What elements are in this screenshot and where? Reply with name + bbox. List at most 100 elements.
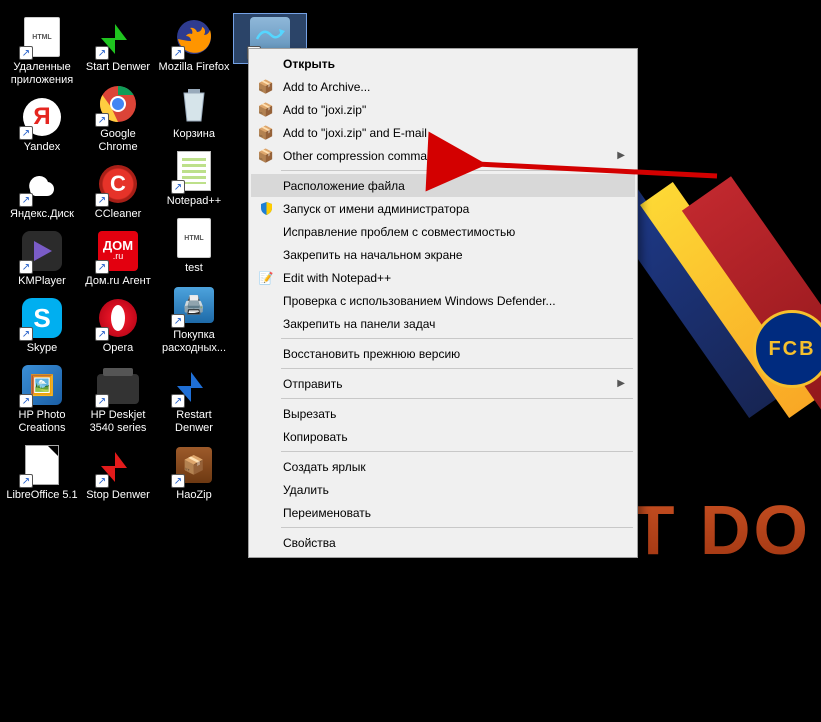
- desktop-icon-test[interactable]: HTML test: [158, 215, 230, 277]
- desktop-icon-label: Google Chrome: [82, 128, 154, 154]
- shortcut-overlay-icon: ↗: [171, 314, 185, 328]
- menu-item-cut[interactable]: Вырезать: [251, 402, 635, 425]
- desktop-icon-label: Restart Denwer: [158, 409, 230, 435]
- shortcut-overlay-icon: ↗: [19, 46, 33, 60]
- yandex-icon: Я↗: [21, 96, 63, 138]
- desktop-icon-label: Mozilla Firefox: [159, 61, 230, 74]
- desktop-icon-yandexdisk[interactable]: ↗Яндекс.Диск: [6, 161, 78, 223]
- menu-item-copy[interactable]: Копировать: [251, 425, 635, 448]
- menu-item-label: Переименовать: [283, 506, 371, 520]
- desktop-icon-skype[interactable]: S↗Skype: [6, 295, 78, 357]
- desktop-icon-label: HP Deskjet 3540 series: [82, 409, 154, 435]
- desktop-icon-hpphoto[interactable]: 🖼️↗HP Photo Creations: [6, 362, 78, 437]
- hpdeskjet-icon: ↗: [97, 364, 139, 406]
- haozip-icon: 📦↗: [173, 444, 215, 486]
- shortcut-overlay-icon: ↗: [95, 327, 109, 341]
- shortcut-overlay-icon: ↗: [19, 327, 33, 341]
- desktop-icon-label: Дом.ru Агент: [85, 275, 150, 288]
- menu-item-label: Add to "joxi.zip" and E-mail: [283, 126, 427, 140]
- menu-item-label: Add to Archive...: [283, 80, 370, 94]
- desktop-icon-notepadpp[interactable]: ↗Notepad++: [158, 148, 230, 210]
- menu-item-compat[interactable]: Исправление проблем с совместимостью: [251, 220, 635, 243]
- shortcut-overlay-icon: ↗: [95, 46, 109, 60]
- menu-item-open[interactable]: Открыть: [251, 52, 635, 75]
- menu-item-joxizipemail[interactable]: 📦 Add to "joxi.zip" and E-mail: [251, 121, 635, 144]
- menu-item-archive[interactable]: 📦 Add to Archive...: [251, 75, 635, 98]
- restartdenwer-icon: ↗: [173, 364, 215, 406]
- menu-item-label: Other compression commands: [283, 149, 446, 163]
- startdenwer-icon: ↗: [97, 16, 139, 58]
- domru-icon: ДОМ.ru↗: [97, 230, 139, 272]
- menu-item-label: Исправление проблем с совместимостью: [283, 225, 515, 239]
- desktop-icon-haozip[interactable]: 📦↗HaoZip: [158, 442, 230, 504]
- menu-item-rename[interactable]: Переименовать: [251, 501, 635, 524]
- menu-item-label: Edit with Notepad++: [283, 271, 391, 285]
- context-menu[interactable]: Открыть📦Add to Archive...📦Add to "joxi.z…: [248, 48, 638, 558]
- recyclebin-icon: [173, 83, 215, 125]
- desktop-icon-ccleaner[interactable]: C↗CCleaner: [82, 161, 154, 223]
- submenu-arrow-icon: ▶: [617, 150, 625, 161]
- menu-item-pinstart[interactable]: Закрепить на начальном экране: [251, 243, 635, 266]
- desktop-icon-hpdeskjet[interactable]: ↗ HP Deskjet 3540 series: [82, 362, 154, 437]
- shortcut-overlay-icon: ↗: [19, 394, 33, 408]
- shortcut-overlay-icon: ↗: [19, 126, 33, 140]
- menu-item-sendto[interactable]: Отправить▶: [251, 372, 635, 395]
- menu-separator: [281, 527, 633, 528]
- shortcut-overlay-icon: ↗: [19, 193, 33, 207]
- menu-item-label: Расположение файла: [283, 179, 405, 193]
- shortcut-overlay-icon: ↗: [19, 260, 33, 274]
- desktop-icon-domru[interactable]: ДОМ.ru↗ Дом.ru Агент: [82, 228, 154, 290]
- desktop-icon-recyclebin[interactable]: Корзина: [158, 81, 230, 143]
- menu-item-defender[interactable]: Проверка с использованием Windows Defend…: [251, 289, 635, 312]
- menu-item-delete[interactable]: Удалить: [251, 478, 635, 501]
- desktop-icon-rashod[interactable]: 🖨️↗ Покупка расходных...: [158, 282, 230, 357]
- menu-item-label: Вырезать: [283, 407, 336, 421]
- archive-icon: 📦: [257, 78, 275, 96]
- rashod-icon: 🖨️↗: [173, 284, 215, 326]
- ccleaner-icon: C↗: [97, 163, 139, 205]
- menu-item-location[interactable]: Расположение файла: [251, 174, 635, 197]
- desktop-icon-label: Stop Denwer: [86, 489, 150, 502]
- desktop-icon-label: test: [185, 262, 203, 275]
- desktop-icon-label: Покупка расходных...: [158, 329, 230, 355]
- desktop-icon-opera[interactable]: ↗Opera: [82, 295, 154, 357]
- archive-icon: 📦: [257, 147, 275, 165]
- shortcut-overlay-icon: ↗: [95, 113, 109, 127]
- menu-item-label: Свойства: [283, 536, 336, 550]
- menu-item-othercomp[interactable]: 📦 Other compression commands ▶: [251, 144, 635, 167]
- menu-item-joxizip[interactable]: 📦Add to "joxi.zip": [251, 98, 635, 121]
- menu-item-props[interactable]: Свойства: [251, 531, 635, 554]
- desktop-icon-label: KMPlayer: [18, 275, 66, 288]
- desktop-icon-label: LibreOffice 5.1: [6, 489, 77, 502]
- menu-separator: [281, 170, 633, 171]
- menu-item-label: Копировать: [283, 430, 348, 444]
- shortcut-overlay-icon: ↗: [171, 474, 185, 488]
- desktop-icon-startdenwer[interactable]: ↗Start Denwer: [82, 14, 154, 76]
- desktop-icon-deleted-apps[interactable]: HTML↗Удаленные приложения: [6, 14, 78, 89]
- deleted-apps-icon: HTML↗: [21, 16, 63, 58]
- menu-item-label: Удалить: [283, 483, 329, 497]
- desktop-icon-label: HP Photo Creations: [6, 409, 78, 435]
- menu-separator: [281, 451, 633, 452]
- stopdenwer-icon: ↗: [97, 444, 139, 486]
- test-icon: HTML: [173, 217, 215, 259]
- notepad-icon: 📝: [257, 269, 275, 287]
- desktop-icon-label: Корзина: [173, 128, 215, 141]
- menu-separator: [281, 368, 633, 369]
- desktop-icon-libreoffice[interactable]: ↗LibreOffice 5.1: [6, 442, 78, 504]
- desktop-icon-stopdenwer[interactable]: ↗ Stop Denwer: [82, 442, 154, 504]
- desktop-icon-kmplayer[interactable]: ↗KMPlayer: [6, 228, 78, 290]
- archive-icon: 📦: [257, 101, 275, 119]
- archive-icon: 📦: [257, 124, 275, 142]
- desktop-icon-firefox[interactable]: ↗Mozilla Firefox: [158, 14, 230, 76]
- chrome-icon: ↗: [97, 83, 139, 125]
- menu-item-pintaskbar[interactable]: Закрепить на панели задач: [251, 312, 635, 335]
- desktop-icon-yandex[interactable]: Я↗Yandex: [6, 94, 78, 156]
- desktop-icon-restartdenwer[interactable]: ↗ Restart Denwer: [158, 362, 230, 437]
- menu-item-runasadmin[interactable]: Запуск от имени администратора: [251, 197, 635, 220]
- menu-item-editnpp[interactable]: 📝 Edit with Notepad++: [251, 266, 635, 289]
- menu-item-shortcut[interactable]: Создать ярлык: [251, 455, 635, 478]
- menu-separator: [281, 398, 633, 399]
- desktop-icon-chrome[interactable]: ↗Google Chrome: [82, 81, 154, 156]
- menu-item-restore[interactable]: Восстановить прежнюю версию: [251, 342, 635, 365]
